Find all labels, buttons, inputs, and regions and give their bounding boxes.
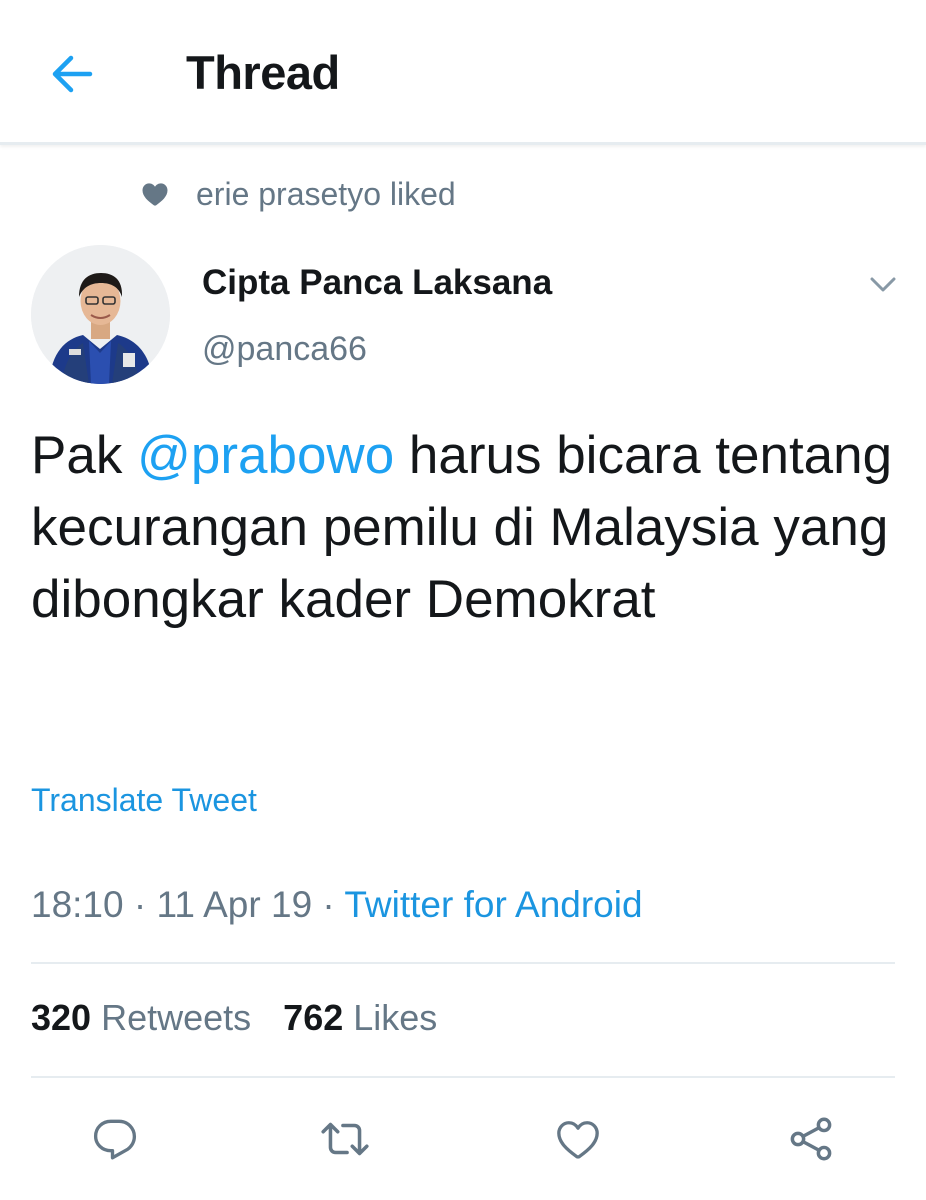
translate-tweet-link[interactable]: Translate Tweet xyxy=(31,782,257,819)
tweet-text: Pak @prabowo harus bicara tentang kecura… xyxy=(31,420,901,636)
social-context: erie prasetyo liked xyxy=(140,172,456,216)
retweets-label: Retweets xyxy=(101,997,252,1038)
likes-count: 762 xyxy=(283,997,344,1038)
meta-separator: · xyxy=(123,884,157,925)
avatar[interactable] xyxy=(31,245,170,384)
arrow-left-icon xyxy=(52,55,93,93)
tweet-source-link[interactable]: Twitter for Android xyxy=(344,884,642,925)
tweet-metadata: 18:10 · 11 Apr 19 · Twitter for Android xyxy=(31,884,643,926)
author-display-name[interactable]: Cipta Panca Laksana xyxy=(202,263,552,303)
author-handle[interactable]: @panca66 xyxy=(202,330,367,369)
divider xyxy=(31,962,895,964)
back-button[interactable] xyxy=(44,50,100,98)
chevron-down-icon xyxy=(870,277,896,292)
avatar-photo xyxy=(31,245,170,384)
likes-stat[interactable]: 762 Likes xyxy=(283,997,437,1038)
tweet-stats: 320 Retweets 762 Likes xyxy=(31,997,437,1039)
divider xyxy=(31,1076,895,1078)
reply-button[interactable] xyxy=(88,1112,142,1166)
tweet-menu-button[interactable] xyxy=(866,268,900,302)
share-icon xyxy=(790,1117,832,1161)
social-context-text: erie prasetyo liked xyxy=(196,175,456,212)
heart-outline-icon xyxy=(557,1121,599,1159)
mention-link[interactable]: @prabowo xyxy=(137,426,394,485)
share-button[interactable] xyxy=(784,1112,838,1166)
page-title: Thread xyxy=(186,46,340,99)
tweet-text-start: Pak xyxy=(31,426,138,485)
reply-icon xyxy=(93,1119,137,1160)
retweets-stat[interactable]: 320 Retweets xyxy=(31,997,251,1038)
retweet-icon xyxy=(321,1122,369,1156)
tweet-date: 11 Apr 19 xyxy=(156,884,313,925)
like-button[interactable] xyxy=(551,1112,605,1166)
heart-filled-icon xyxy=(142,183,168,206)
likes-label: Likes xyxy=(353,997,438,1038)
retweet-button[interactable] xyxy=(318,1112,372,1166)
tweet-time: 18:10 xyxy=(31,884,124,925)
meta-separator: · xyxy=(312,884,345,925)
top-app-bar: Thread xyxy=(0,0,926,145)
retweets-count: 320 xyxy=(31,997,92,1038)
